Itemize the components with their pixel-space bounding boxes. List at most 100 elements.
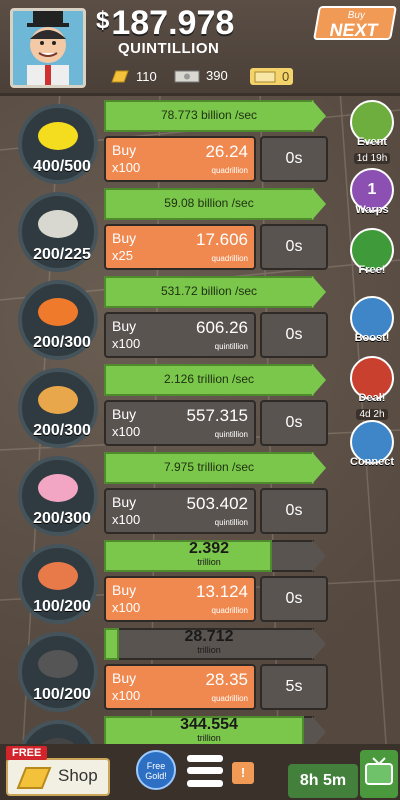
profit-bar-arrow: [312, 452, 326, 484]
buy-multiplier: x100: [112, 512, 141, 527]
buy-label: Buy: [112, 582, 137, 598]
buy-label: Buy: [112, 230, 137, 246]
free-button[interactable]: Free!: [344, 228, 400, 276]
buy-multiplier: x100: [112, 336, 141, 351]
business-row: 200/225 59.08 billion /sec Buy x25 17.606 qua…: [0, 188, 340, 274]
buy-price-unit: quintillion: [214, 342, 248, 351]
profit-bar: 7.975 trillion /sec: [104, 452, 326, 484]
buy-price-unit: quadrillion: [211, 254, 248, 263]
business-row: 100/200 28.712 trillion Buy x100 28.35 quadril…: [0, 628, 340, 714]
warps-button[interactable]: 1 Warps: [344, 168, 400, 216]
buy-price-unit: quadrillion: [211, 606, 248, 615]
business-row: 400/500 78.773 billion /sec Buy x100 26.24 qu…: [0, 100, 340, 186]
buy-button[interactable]: Buy x100 503.402 quintillion: [104, 488, 256, 534]
gold-value: 110: [136, 68, 157, 84]
buy-price: 26.24: [205, 142, 248, 161]
profit-bar-arrow: [312, 364, 326, 396]
buy-label: Buy: [112, 494, 137, 510]
cycle-timer: 0s: [260, 488, 328, 534]
bottom-bar: Shop FREE Free Gold! ! 8h 5m: [0, 744, 400, 800]
buy-price-unit: quadrillion: [211, 694, 248, 703]
event-timer: 1d 19h: [353, 153, 391, 164]
top-bar: $187.978 QUINTILLION 110 390 0 Buy NEXT: [0, 0, 400, 96]
profit-unit: trillion: [197, 733, 221, 743]
deal-timer: 4d 2h: [356, 409, 388, 420]
capitalist-face-icon: [27, 11, 69, 85]
deal-button[interactable]: Deal! 4d 2h: [344, 356, 400, 422]
angel-counter: 390: [174, 68, 228, 83]
profit-bar-arrow: [312, 628, 326, 660]
boost-button[interactable]: Boost!: [344, 296, 400, 344]
currency-symbol: $: [96, 7, 110, 34]
profit-rate: 7.975 trillion /sec: [163, 460, 255, 474]
profit-rate: 2.126 trillion /sec: [163, 372, 255, 386]
cycle-timer: 5s: [260, 664, 328, 710]
buy-price: 503.402: [186, 494, 248, 513]
profit-unit: trillion: [197, 645, 221, 655]
buy-label: Buy: [112, 142, 137, 158]
business-row: 200/300 2.126 trillion /sec Buy x100 557.315…: [0, 364, 340, 450]
buy-button[interactable]: Buy x100 28.35 quadrillion: [104, 664, 256, 710]
ticket-counter[interactable]: 0: [250, 68, 294, 85]
buy-button[interactable]: Buy x100 26.24 quadrillion: [104, 136, 256, 182]
gold-bar-icon: [111, 70, 129, 83]
buy-price: 606.26: [196, 318, 248, 337]
buy-button[interactable]: Buy x100 557.315 quintillion: [104, 400, 256, 446]
buy-label: Buy: [112, 406, 137, 422]
free-gold-button[interactable]: Free Gold!: [136, 750, 176, 790]
profit-value: 344.554: [180, 716, 238, 733]
buy-price-unit: quadrillion: [211, 166, 248, 175]
buy-price: 13.124: [196, 582, 248, 601]
angel-value: 390: [206, 68, 228, 83]
buy-price-unit: quintillion: [214, 430, 248, 439]
gold-counter: 110: [110, 68, 157, 84]
buy-button[interactable]: Buy x100 606.26 quintillion: [104, 312, 256, 358]
ticket-icon: [254, 71, 276, 82]
cycle-timer: 0s: [260, 400, 328, 446]
buy-button[interactable]: Buy x25 17.606 quadrillion: [104, 224, 256, 270]
connect-label: Connect: [350, 456, 394, 468]
event-button[interactable]: Event 1d 19h: [344, 100, 400, 166]
menu-button[interactable]: [182, 752, 228, 790]
buy-price: 557.315: [186, 406, 248, 425]
profit-bar: 2.126 trillion /sec: [104, 364, 326, 396]
buy-multiplier: x100: [112, 600, 141, 615]
player-avatar[interactable]: [10, 8, 86, 88]
business-row: 200/300 531.72 billion /sec Buy x100 606.26 q…: [0, 276, 340, 362]
alert-badge[interactable]: !: [232, 762, 254, 784]
shop-button[interactable]: Shop: [6, 758, 110, 796]
business-row: 100/200 2.392 trillion Buy x100 13.124 quadril…: [0, 540, 340, 626]
buy-next-button[interactable]: Buy NEXT: [313, 6, 397, 40]
warps-count: 1: [367, 181, 377, 198]
cycle-timer: 0s: [260, 224, 328, 270]
profit-bar: 59.08 billion /sec: [104, 188, 326, 220]
menu-line-icon: [187, 754, 223, 762]
profit-bar-arrow: [312, 276, 326, 308]
buy-next-big-label: NEXT: [327, 20, 380, 40]
connect-button[interactable]: Connect: [344, 420, 400, 468]
profit-value: 2.392: [188, 540, 230, 557]
buy-price: 17.606: [196, 230, 248, 249]
profit-bar-arrow: [312, 188, 326, 220]
cycle-timer: 0s: [260, 312, 328, 358]
profit-unit: trillion: [197, 557, 221, 567]
cash-icon: [174, 70, 200, 82]
menu-line-icon: [187, 780, 223, 788]
profit-bar-arrow: [312, 100, 326, 132]
buy-multiplier: x100: [112, 424, 141, 439]
event-label: Event: [357, 136, 387, 148]
offline-timer: 8h 5m: [288, 764, 358, 798]
profit-bar: 28.712 trillion: [104, 628, 326, 660]
business-row: 200/300 7.975 trillion /sec Buy x100 503.402…: [0, 452, 340, 538]
tv-icon: [365, 757, 393, 785]
buy-button[interactable]: Buy x100 13.124 quadrillion: [104, 576, 256, 622]
profit-bar: 2.392 trillion: [104, 540, 326, 572]
deal-label: Deal!: [358, 392, 386, 404]
ticket-value: 0: [282, 69, 290, 84]
warps-label: Warps: [355, 204, 389, 216]
boost-label: Boost!: [354, 332, 390, 344]
tv-ad-button[interactable]: [360, 750, 398, 798]
cycle-timer: 0s: [260, 136, 328, 182]
profit-bar: 78.773 billion /sec: [104, 100, 326, 132]
cycle-timer: 0s: [260, 576, 328, 622]
